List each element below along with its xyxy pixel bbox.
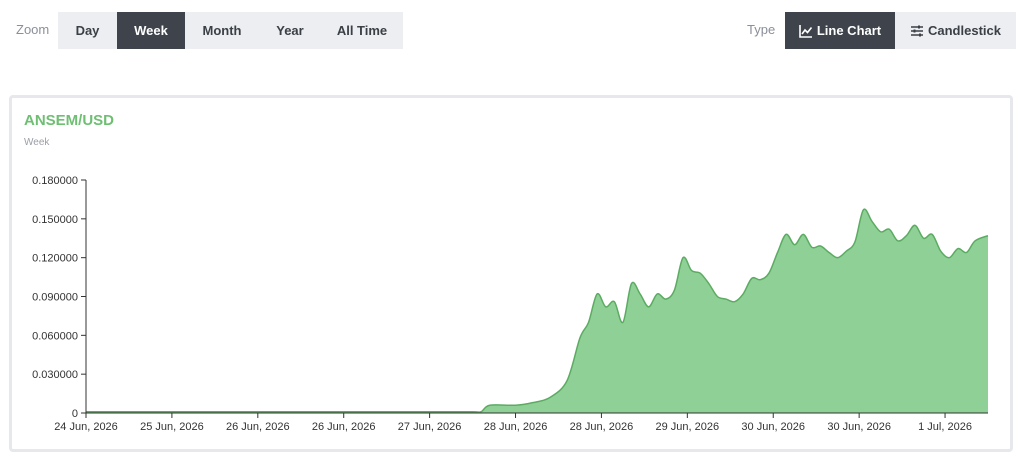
- x-tick-label: 24 Jun, 2026: [54, 421, 118, 433]
- y-tick-label: 0.120000: [32, 253, 78, 265]
- y-tick-label: 0: [72, 408, 78, 420]
- x-axis: 24 Jun, 2026 25 Jun, 2026 26 Jun, 2026 26 J…: [54, 412, 988, 433]
- x-tick-label: 26 Jun, 2026: [226, 421, 290, 433]
- x-tick-label: 29 Jun, 2026: [656, 421, 720, 433]
- plot-area: [86, 208, 989, 413]
- price-area-chart: 0 0.030000 0.060000 0.090000 0.120000 0.15000…: [32, 175, 989, 433]
- x-tick-label: 30 Jun, 2026: [827, 421, 891, 433]
- x-tick-label: 26 Jun, 2026: [312, 421, 376, 433]
- y-axis: 0 0.030000 0.060000 0.090000 0.120000 0.15000…: [32, 175, 87, 420]
- x-tick-label: 25 Jun, 2026: [140, 421, 204, 433]
- x-tick-label: 28 Jun, 2026: [570, 421, 634, 433]
- y-tick-label: 0.180000: [32, 175, 78, 187]
- y-tick-label: 0.150000: [32, 214, 78, 226]
- x-tick-label: 27 Jun, 2026: [398, 421, 462, 433]
- y-tick-label: 0.090000: [32, 292, 78, 304]
- x-tick-label: 1 Jul, 2026: [918, 421, 972, 433]
- x-tick-label: 30 Jun, 2026: [741, 421, 805, 433]
- y-tick-label: 0.030000: [32, 369, 78, 381]
- y-tick-label: 0.060000: [32, 330, 78, 342]
- x-tick-label: 28 Jun, 2026: [484, 421, 548, 433]
- series-area: [86, 209, 988, 413]
